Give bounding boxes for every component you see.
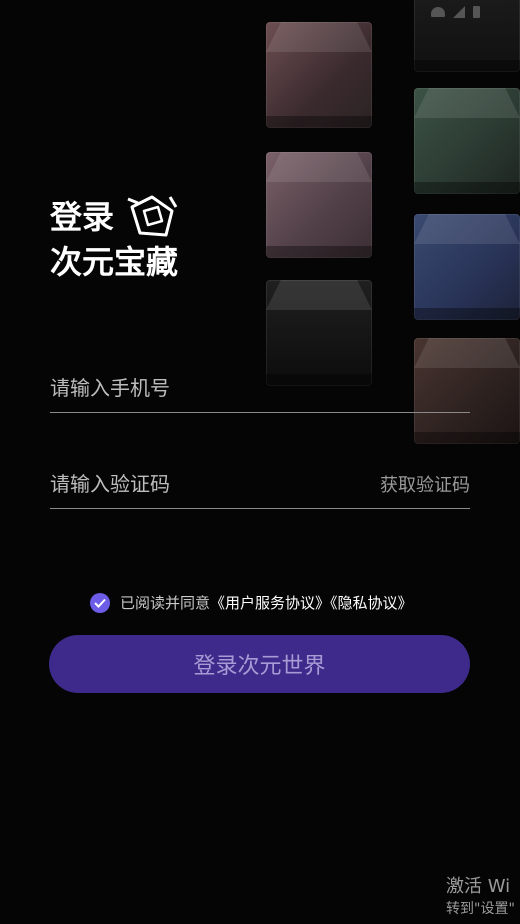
logo-icon	[127, 195, 178, 237]
signal-icon	[453, 6, 465, 18]
code-field: 获取验证码	[50, 460, 470, 509]
battery-icon	[473, 6, 480, 18]
activation-watermark: 激活 Wi 转到"设置"	[446, 876, 515, 920]
artwork-cube	[266, 22, 372, 128]
artwork-cube	[414, 88, 520, 194]
artwork-cube	[414, 214, 520, 320]
checkmark-icon[interactable]	[90, 592, 110, 613]
phone-field	[50, 364, 470, 413]
privacy-policy-link[interactable]: 《隐私协议》	[330, 594, 413, 612]
phone-input[interactable]	[50, 376, 330, 400]
artwork-cube	[266, 152, 372, 258]
verification-code-input[interactable]	[50, 472, 330, 496]
agreement-row: 已阅读并同意《用户服务协议》《隐私协议》	[90, 592, 413, 613]
watermark-line-1: 激活 Wi	[446, 876, 511, 897]
watermark-line-2: 转到"设置"	[446, 901, 515, 917]
agreement-prefix: 已阅读并同意	[120, 594, 211, 612]
wifi-icon	[431, 7, 445, 17]
login-button-label: 登录次元世界	[193, 654, 326, 679]
page-title: 登录 次元宝藏	[50, 193, 178, 283]
title-line-2: 次元宝藏	[50, 241, 178, 283]
user-agreement-link[interactable]: 《用户服务协议》	[210, 594, 330, 612]
title-line-1: 登录	[50, 193, 178, 241]
get-code-button[interactable]: 获取验证码	[380, 471, 470, 497]
title-text-login: 登录	[50, 198, 115, 236]
status-bar	[431, 6, 480, 18]
login-button[interactable]: 登录次元世界	[49, 635, 470, 693]
title-text-realm: 次元宝藏	[50, 243, 179, 281]
